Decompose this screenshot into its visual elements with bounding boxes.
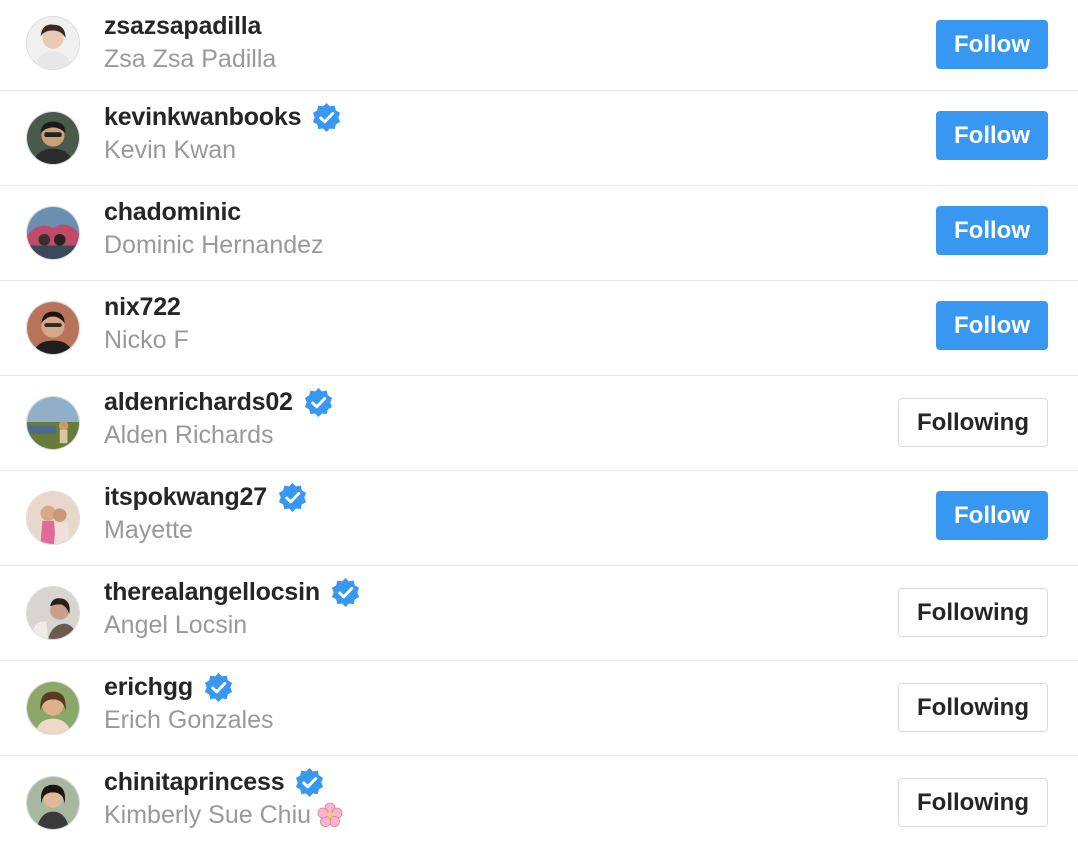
full-name: Erich Gonzales bbox=[104, 706, 274, 734]
follow-button[interactable]: Follow bbox=[936, 301, 1048, 350]
username[interactable]: therealangellocsin bbox=[104, 578, 320, 607]
full-name: Dominic Hernandez bbox=[104, 231, 324, 259]
full-name: Kevin Kwan bbox=[104, 136, 237, 164]
full-name-container: Kimberly Sue Chiu bbox=[104, 799, 343, 831]
full-name: Zsa Zsa Padilla bbox=[104, 45, 277, 73]
full-name: Mayette bbox=[104, 516, 193, 544]
following-button[interactable]: Following bbox=[898, 778, 1048, 827]
avatar[interactable] bbox=[26, 586, 80, 640]
list-item: chinitaprincess Kimberly Sue Chiu Follow… bbox=[0, 756, 1078, 851]
avatar[interactable] bbox=[26, 396, 80, 450]
avatar[interactable] bbox=[26, 491, 80, 545]
follow-button[interactable]: Follow bbox=[936, 20, 1048, 69]
avatar[interactable] bbox=[26, 681, 80, 735]
username[interactable]: nix722 bbox=[104, 293, 181, 322]
avatar[interactable] bbox=[26, 16, 80, 70]
list-item: aldenrichards02 Alden Richards Following bbox=[0, 376, 1078, 471]
avatar[interactable] bbox=[26, 206, 80, 260]
verified-badge-icon bbox=[311, 102, 342, 133]
follow-button[interactable]: Follow bbox=[936, 491, 1048, 540]
verified-badge-icon bbox=[303, 387, 334, 418]
avatar[interactable] bbox=[26, 111, 80, 165]
verified-badge-icon bbox=[330, 577, 361, 608]
full-name: Nicko F bbox=[104, 326, 189, 354]
verified-badge-icon bbox=[203, 672, 234, 703]
full-name: Kimberly Sue Chiu bbox=[104, 801, 312, 829]
list-item: erichgg Erich Gonzales Following bbox=[0, 661, 1078, 756]
avatar[interactable] bbox=[26, 776, 80, 830]
username[interactable]: itspokwang27 bbox=[104, 483, 267, 512]
follow-button[interactable]: Follow bbox=[936, 111, 1048, 160]
list-item: zsazsapadilla Zsa Zsa Padilla Follow bbox=[0, 0, 1078, 91]
following-button[interactable]: Following bbox=[898, 588, 1048, 637]
list-item: chadominic Dominic Hernandez Follow bbox=[0, 186, 1078, 281]
verified-badge-icon bbox=[294, 767, 325, 798]
follow-button[interactable]: Follow bbox=[936, 206, 1048, 255]
avatar[interactable] bbox=[26, 301, 80, 355]
list-item: kevinkwanbooks Kevin Kwan Follow bbox=[0, 91, 1078, 186]
username[interactable]: aldenrichards02 bbox=[104, 388, 293, 417]
list-item: itspokwang27 Mayette Follow bbox=[0, 471, 1078, 566]
full-name: Angel Locsin bbox=[104, 611, 248, 639]
username[interactable]: kevinkwanbooks bbox=[104, 103, 301, 132]
username[interactable]: chinitaprincess bbox=[104, 768, 285, 797]
cherry-blossom-icon bbox=[317, 802, 343, 828]
username[interactable]: chadominic bbox=[104, 198, 241, 227]
following-button[interactable]: Following bbox=[898, 398, 1048, 447]
follow-suggestions-list: zsazsapadilla Zsa Zsa Padilla Follow kev… bbox=[0, 0, 1078, 851]
username[interactable]: zsazsapadilla bbox=[104, 12, 261, 41]
username[interactable]: erichgg bbox=[104, 673, 193, 702]
following-button[interactable]: Following bbox=[898, 683, 1048, 732]
list-item: therealangellocsin Angel Locsin Followin… bbox=[0, 566, 1078, 661]
verified-badge-icon bbox=[277, 482, 308, 513]
list-item: nix722 Nicko F Follow bbox=[0, 281, 1078, 376]
full-name: Alden Richards bbox=[104, 421, 274, 449]
